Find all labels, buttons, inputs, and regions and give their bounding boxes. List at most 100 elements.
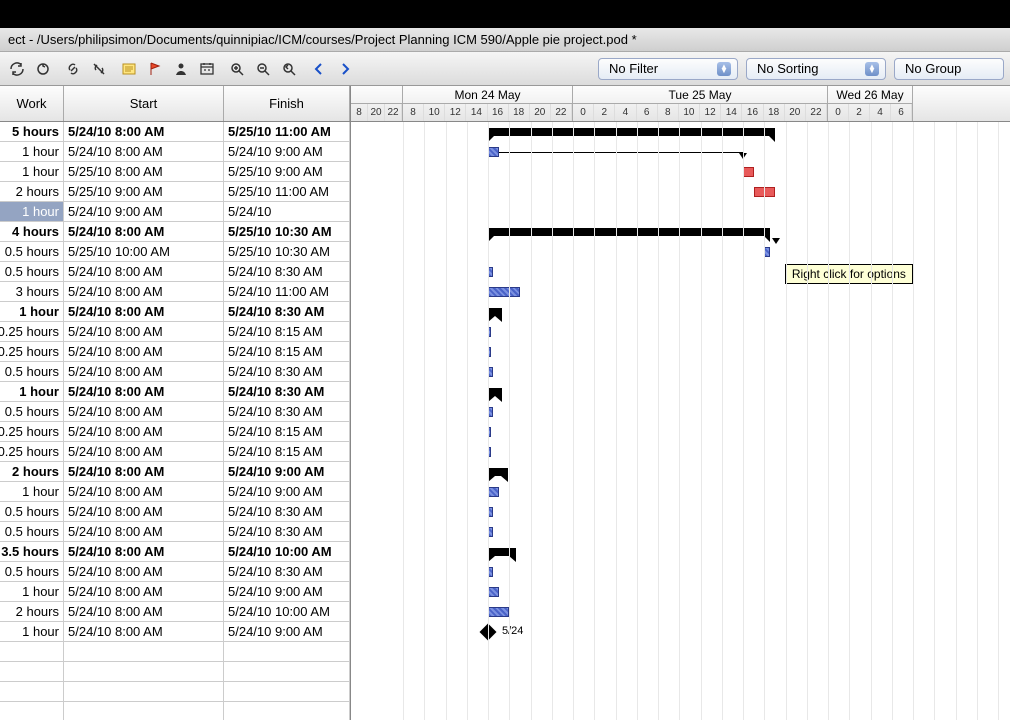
prev-icon[interactable] bbox=[308, 58, 330, 80]
table-row[interactable] bbox=[0, 682, 350, 702]
table-row[interactable]: 1 hour5/24/10 8:00 AM5/24/10 8:30 AM bbox=[0, 302, 350, 322]
cell-work[interactable]: 1 hour bbox=[0, 382, 64, 401]
cell-start[interactable]: 5/24/10 9:00 AM bbox=[64, 202, 224, 221]
table-row[interactable]: 1 hour5/24/10 8:00 AM5/24/10 9:00 AM bbox=[0, 622, 350, 642]
table-row[interactable]: 1 hour5/24/10 8:00 AM5/24/10 8:30 AM bbox=[0, 382, 350, 402]
cell-work[interactable]: 1 hour bbox=[0, 162, 64, 181]
table-row[interactable]: 0.25 hours5/24/10 8:00 AM5/24/10 8:15 AM bbox=[0, 322, 350, 342]
cell-work[interactable]: 4 hours bbox=[0, 222, 64, 241]
cell-work[interactable]: 0.25 hours bbox=[0, 422, 64, 441]
cell-start[interactable]: 5/24/10 8:00 AM bbox=[64, 522, 224, 541]
cell-finish[interactable]: 5/24/10 8:30 AM bbox=[224, 502, 350, 521]
link-icon[interactable] bbox=[62, 58, 84, 80]
summary-collapsed[interactable] bbox=[488, 308, 502, 316]
person-icon[interactable] bbox=[170, 58, 192, 80]
summary-collapsed[interactable] bbox=[488, 548, 516, 556]
cell-work[interactable]: 0.25 hours bbox=[0, 322, 64, 341]
cell-start[interactable]: 5/24/10 8:00 AM bbox=[64, 402, 224, 421]
gantt-chart[interactable]: 82022Mon 24 May810121416182022Tue 25 May… bbox=[351, 86, 1010, 720]
table-row[interactable]: 2 hours5/25/10 9:00 AM5/25/10 11:00 AM bbox=[0, 182, 350, 202]
cell-work[interactable]: 1 hour bbox=[0, 302, 64, 321]
cell-start[interactable]: 5/25/10 8:00 AM bbox=[64, 162, 224, 181]
cell-finish[interactable]: 5/24/10 8:15 AM bbox=[224, 322, 350, 341]
cell-start[interactable]: 5/24/10 8:00 AM bbox=[64, 342, 224, 361]
zoom-out-icon[interactable] bbox=[252, 58, 274, 80]
unlink-icon[interactable] bbox=[88, 58, 110, 80]
group-select[interactable]: No Group bbox=[894, 58, 1004, 80]
cell-start[interactable]: 5/24/10 8:00 AM bbox=[64, 482, 224, 501]
cell-finish[interactable]: 5/24/10 10:00 AM bbox=[224, 602, 350, 621]
table-row[interactable]: 0.5 hours5/24/10 8:00 AM5/24/10 8:30 AM bbox=[0, 262, 350, 282]
table-row[interactable]: 3 hours5/24/10 8:00 AM5/24/10 11:00 AM bbox=[0, 282, 350, 302]
cell-finish[interactable]: 5/25/10 9:00 AM bbox=[224, 162, 350, 181]
cell-finish[interactable]: 5/24/10 9:00 AM bbox=[224, 462, 350, 481]
cell-finish[interactable]: 5/24/10 11:00 AM bbox=[224, 282, 350, 301]
cell-start[interactable]: 5/24/10 8:00 AM bbox=[64, 382, 224, 401]
task-bar[interactable] bbox=[488, 147, 499, 157]
cell-work[interactable]: 0.5 hours bbox=[0, 362, 64, 381]
cell-start[interactable]: 5/24/10 8:00 AM bbox=[64, 502, 224, 521]
cell-work[interactable]: 1 hour bbox=[0, 622, 64, 641]
table-row[interactable]: 0.25 hours5/24/10 8:00 AM5/24/10 8:15 AM bbox=[0, 422, 350, 442]
cell-work[interactable]: 0.5 hours bbox=[0, 562, 64, 581]
cell-start[interactable]: 5/24/10 8:00 AM bbox=[64, 422, 224, 441]
table-row[interactable]: 3.5 hours5/24/10 8:00 AM5/24/10 10:00 AM bbox=[0, 542, 350, 562]
table-row[interactable]: 0.5 hours5/25/10 10:00 AM5/25/10 10:30 A… bbox=[0, 242, 350, 262]
cell-start[interactable]: 5/24/10 8:00 AM bbox=[64, 582, 224, 601]
cell-finish[interactable]: 5/24/10 9:00 AM bbox=[224, 622, 350, 641]
task-bar[interactable] bbox=[488, 607, 509, 617]
table-row[interactable] bbox=[0, 662, 350, 682]
cell-finish[interactable]: 5/24/10 8:30 AM bbox=[224, 402, 350, 421]
refresh-icon[interactable] bbox=[6, 58, 28, 80]
table-row[interactable]: 0.5 hours5/24/10 8:00 AM5/24/10 8:30 AM bbox=[0, 562, 350, 582]
summary-collapsed[interactable] bbox=[488, 468, 508, 476]
cell-work[interactable]: 2 hours bbox=[0, 182, 64, 201]
cell-start[interactable]: 5/24/10 8:00 AM bbox=[64, 622, 224, 641]
cell-finish[interactable]: 5/25/10 10:30 AM bbox=[224, 242, 350, 261]
cell-finish[interactable]: 5/25/10 11:00 AM bbox=[224, 122, 350, 141]
cell-finish[interactable]: 5/24/10 8:30 AM bbox=[224, 362, 350, 381]
cell-work[interactable]: 2 hours bbox=[0, 602, 64, 621]
cell-work[interactable]: 2 hours bbox=[0, 462, 64, 481]
zoom-fit-icon[interactable] bbox=[278, 58, 300, 80]
cell-start[interactable]: 5/24/10 8:00 AM bbox=[64, 262, 224, 281]
table-row[interactable]: 0.5 hours5/24/10 8:00 AM5/24/10 8:30 AM bbox=[0, 362, 350, 382]
cell-finish[interactable]: 5/25/10 10:30 AM bbox=[224, 222, 350, 241]
table-row[interactable]: 5 hours5/24/10 8:00 AM5/25/10 11:00 AM bbox=[0, 122, 350, 142]
cell-work[interactable]: 3.5 hours bbox=[0, 542, 64, 561]
cell-finish[interactable]: 5/24/10 8:15 AM bbox=[224, 422, 350, 441]
gantt-body[interactable]: 5/24Right click for options bbox=[351, 122, 1010, 720]
cell-finish[interactable]: 5/24/10 9:00 AM bbox=[224, 482, 350, 501]
cell-finish[interactable]: 5/24/10 9:00 AM bbox=[224, 142, 350, 161]
col-start[interactable]: Start bbox=[64, 86, 224, 121]
table-row[interactable]: 1 hour5/24/10 8:00 AM5/24/10 9:00 AM bbox=[0, 482, 350, 502]
cell-start[interactable]: 5/24/10 8:00 AM bbox=[64, 302, 224, 321]
table-row[interactable]: 0.5 hours5/24/10 8:00 AM5/24/10 8:30 AM bbox=[0, 502, 350, 522]
sort-select[interactable]: No Sorting ▲▼ bbox=[746, 58, 886, 80]
cell-start[interactable]: 5/24/10 8:00 AM bbox=[64, 222, 224, 241]
cell-work[interactable]: 1 hour bbox=[0, 482, 64, 501]
cell-work[interactable]: 0.5 hours bbox=[0, 502, 64, 521]
task-bar[interactable] bbox=[488, 287, 520, 297]
cell-finish[interactable]: 5/24/10 8:30 AM bbox=[224, 302, 350, 321]
next-icon[interactable] bbox=[334, 58, 356, 80]
cell-start[interactable]: 5/24/10 8:00 AM bbox=[64, 142, 224, 161]
cell-work[interactable]: 0.5 hours bbox=[0, 242, 64, 261]
cell-work[interactable]: 0.25 hours bbox=[0, 442, 64, 461]
col-finish[interactable]: Finish bbox=[224, 86, 350, 121]
table-row[interactable]: 0.5 hours5/24/10 8:00 AM5/24/10 8:30 AM bbox=[0, 402, 350, 422]
cell-start[interactable]: 5/24/10 8:00 AM bbox=[64, 562, 224, 581]
table-row[interactable]: 1 hour5/24/10 9:00 AM5/24/10 bbox=[0, 202, 350, 222]
cell-finish[interactable]: 5/24/10 8:15 AM bbox=[224, 342, 350, 361]
cell-start[interactable]: 5/24/10 8:00 AM bbox=[64, 322, 224, 341]
task-bar[interactable] bbox=[743, 167, 754, 177]
cell-start[interactable]: 5/25/10 9:00 AM bbox=[64, 182, 224, 201]
cell-work[interactable]: 0.5 hours bbox=[0, 522, 64, 541]
cell-finish[interactable]: 5/24/10 8:30 AM bbox=[224, 522, 350, 541]
cell-finish[interactable]: 5/25/10 11:00 AM bbox=[224, 182, 350, 201]
table-row[interactable] bbox=[0, 642, 350, 662]
reload-icon[interactable] bbox=[32, 58, 54, 80]
table-row[interactable] bbox=[0, 702, 350, 720]
cell-start[interactable]: 5/24/10 8:00 AM bbox=[64, 462, 224, 481]
cell-work[interactable]: 5 hours bbox=[0, 122, 64, 141]
